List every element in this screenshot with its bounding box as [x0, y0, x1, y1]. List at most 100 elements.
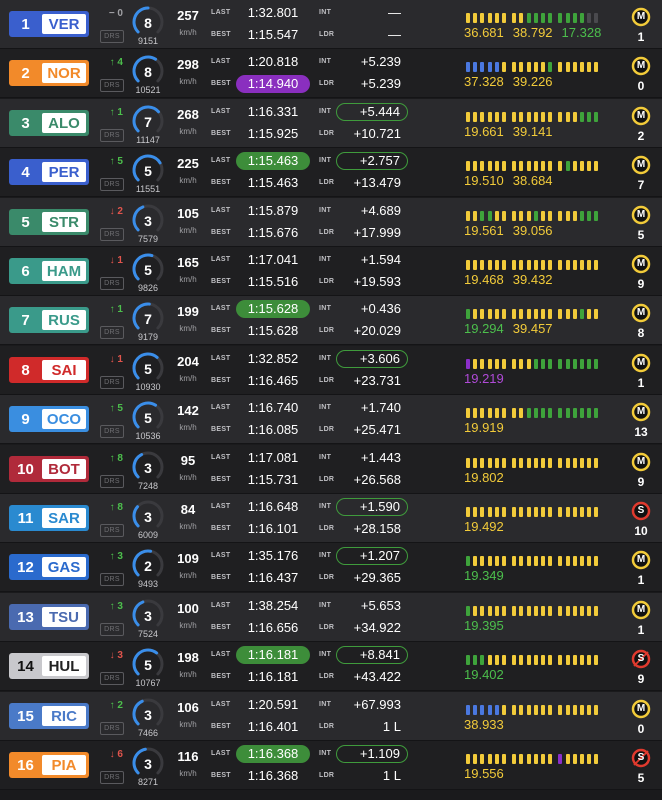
mini-sector [533, 13, 538, 23]
leader-gap-label: LDR [319, 772, 335, 779]
tyre-laps: 9 [637, 277, 645, 291]
driver-row[interactable]: 6 HAM ↓ 1 DRS 5 9826 165 km/h LAST BEST 1:17.041 1:… [0, 247, 662, 296]
driver-row[interactable]: 10 BOT ↑ 8 DRS 3 7248 95 km/h LAST BEST 1:17.081 1:… [0, 445, 662, 494]
mini-sector [526, 507, 531, 517]
driver-badge[interactable]: 16 PIA [9, 752, 89, 778]
driver-badge[interactable]: 8 SAI [9, 357, 89, 383]
rpm-gauge: 8 10521 [132, 54, 168, 95]
mini-sector [541, 211, 545, 221]
sector-times: 38.933 [464, 717, 513, 732]
mini-sector [519, 705, 524, 715]
driver-badge[interactable]: 7 RUS [9, 307, 89, 333]
speed-value: 109 [177, 551, 199, 566]
driver-badge[interactable]: 3 ALO [9, 110, 89, 136]
position-number: 4 [21, 163, 30, 181]
driver-badge[interactable]: 1 VER [9, 11, 89, 37]
interval-value: +0.436 [360, 301, 401, 316]
driver-badge[interactable]: 4 PER [9, 159, 89, 185]
mini-sector [541, 62, 545, 72]
rpm-value: 9151 [137, 36, 159, 46]
best-lap-label: BEST [211, 31, 231, 38]
gear-number: 3 [144, 756, 152, 772]
driver-row[interactable]: 14 HUL ↓ 3 DRS 5 10767 198 km/h LAST BEST 1:16.181… [0, 642, 662, 691]
mini-sector [494, 211, 499, 221]
driver-row[interactable]: 1 VER − 0 DRS 8 9151 257 km/h LAST BEST 1:32.801 1:… [0, 0, 662, 49]
driver-row[interactable]: 16 PIA ↓ 6 DRS 3 8271 116 km/h LAST BEST 1:16.368 1… [0, 741, 662, 790]
gear-number: 5 [144, 262, 152, 278]
mini-sector [548, 161, 553, 171]
driver-row[interactable]: 11 SAR ↑ 8 DRS 3 6009 84 km/h LAST BEST 1:16.648 1:… [0, 494, 662, 543]
mini-sector [541, 408, 545, 418]
medium-tyre-icon: M [631, 402, 651, 422]
mini-sector [580, 606, 584, 616]
interval-label: INT [319, 404, 332, 411]
mini-sector [473, 507, 478, 517]
driver-row[interactable]: 8 SAI ↓ 1 DRS 5 10930 204 km/h LAST BEST 1:32.852 1… [0, 346, 662, 395]
driver-row[interactable]: 5 STR ↓ 2 DRS 3 7579 105 km/h LAST BEST 1:15.879 1:… [0, 198, 662, 247]
medium-tyre-icon: M [631, 56, 651, 76]
mini-sector [572, 62, 577, 72]
mini-sector [494, 62, 499, 72]
gear-number: 3 [144, 707, 152, 723]
driver-row[interactable]: 2 NOR ↑ 4 DRS 8 10521 298 km/h LAST BEST 1:20.818 1… [0, 49, 662, 98]
driver-badge[interactable]: 13 TSU [9, 604, 89, 630]
mini-sector [558, 556, 563, 566]
tyre-laps: 1 [637, 376, 645, 390]
mini-sector [548, 13, 553, 23]
sector-time: 39.226 [512, 74, 553, 89]
driver-row[interactable]: 4 PER ↑ 5 DRS 5 11551 225 km/h LAST BEST 1:15.463 1… [0, 148, 662, 197]
mini-sector [541, 13, 545, 23]
interval-value: +1.443 [360, 450, 401, 465]
mini-sector [594, 705, 599, 715]
driver-badge[interactable]: 11 SAR [9, 505, 89, 531]
medium-tyre-icon: M [631, 600, 651, 620]
driver-row[interactable]: 7 RUS ↑ 1 DRS 7 9179 199 km/h LAST BEST 1:15.628 1:… [0, 296, 662, 345]
mini-sector [494, 458, 499, 468]
driver-row[interactable]: 9 OCO ↑ 5 DRS 5 10536 142 km/h LAST BEST 1:16.740 1… [0, 395, 662, 444]
driver-badge[interactable]: 10 BOT [9, 456, 89, 482]
driver-badge[interactable]: 12 GAS [9, 554, 89, 580]
mini-sector [565, 62, 570, 72]
driver-row[interactable]: 12 GAS ↑ 3 DRS 2 9493 109 km/h LAST BEST 1:35.176 1… [0, 543, 662, 592]
mini-sector [526, 260, 531, 270]
row-divider [0, 443, 662, 444]
mini-sector [558, 211, 563, 221]
best-lap-time: 1:15.676 [247, 225, 299, 240]
row-divider [0, 97, 662, 98]
mini-sector [473, 754, 478, 764]
driver-badge[interactable]: 14 HUL [9, 653, 89, 679]
tyre-compound-letter: M [636, 209, 646, 220]
driver-badge[interactable]: 15 RIC [9, 703, 89, 729]
driver-badge[interactable]: 6 HAM [9, 258, 89, 284]
best-lap-label: BEST [211, 723, 231, 730]
mini-sector [594, 161, 599, 171]
mini-sector [558, 13, 563, 23]
mini-sector [480, 458, 485, 468]
best-lap-label: BEST [211, 574, 231, 581]
driver-badge[interactable]: 2 NOR [9, 60, 89, 86]
driver-row[interactable]: 3 ALO ↑ 1 DRS 7 11147 268 km/h LAST BEST 1:16.331 1… [0, 99, 662, 148]
driver-row[interactable]: 13 TSU ↑ 3 DRS 3 7524 100 km/h LAST BEST 1:38.254 1… [0, 593, 662, 642]
medium-tyre-icon: M [631, 106, 651, 126]
speed-value: 105 [177, 206, 199, 221]
rpm-gauge: 3 7466 [132, 697, 168, 738]
mini-sector [494, 606, 499, 616]
driver-badge[interactable]: 5 STR [9, 209, 89, 235]
driver-row[interactable]: 15 RIC ↑ 2 DRS 3 7466 106 km/h LAST BEST 1:20.591 1… [0, 692, 662, 741]
mini-sector [487, 408, 492, 418]
leader-gap-label: LDR [319, 624, 335, 631]
driver-badge[interactable]: 9 OCO [9, 406, 89, 432]
leader-gap-value: — [388, 27, 401, 42]
mini-sector [526, 62, 531, 72]
last-lap-time: 1:20.818 [247, 54, 299, 69]
mini-sector [473, 359, 478, 369]
speed-unit: km/h [179, 374, 197, 383]
row-divider [0, 690, 662, 691]
last-lap-time: 1:35.176 [247, 548, 299, 563]
position-number: 2 [21, 64, 30, 82]
last-lap-label: LAST [211, 503, 231, 510]
last-lap-time: 1:16.648 [247, 499, 299, 514]
best-lap-time: 1:15.731 [247, 472, 299, 487]
drs-indicator: DRS [100, 228, 124, 241]
mini-sector [519, 309, 524, 319]
